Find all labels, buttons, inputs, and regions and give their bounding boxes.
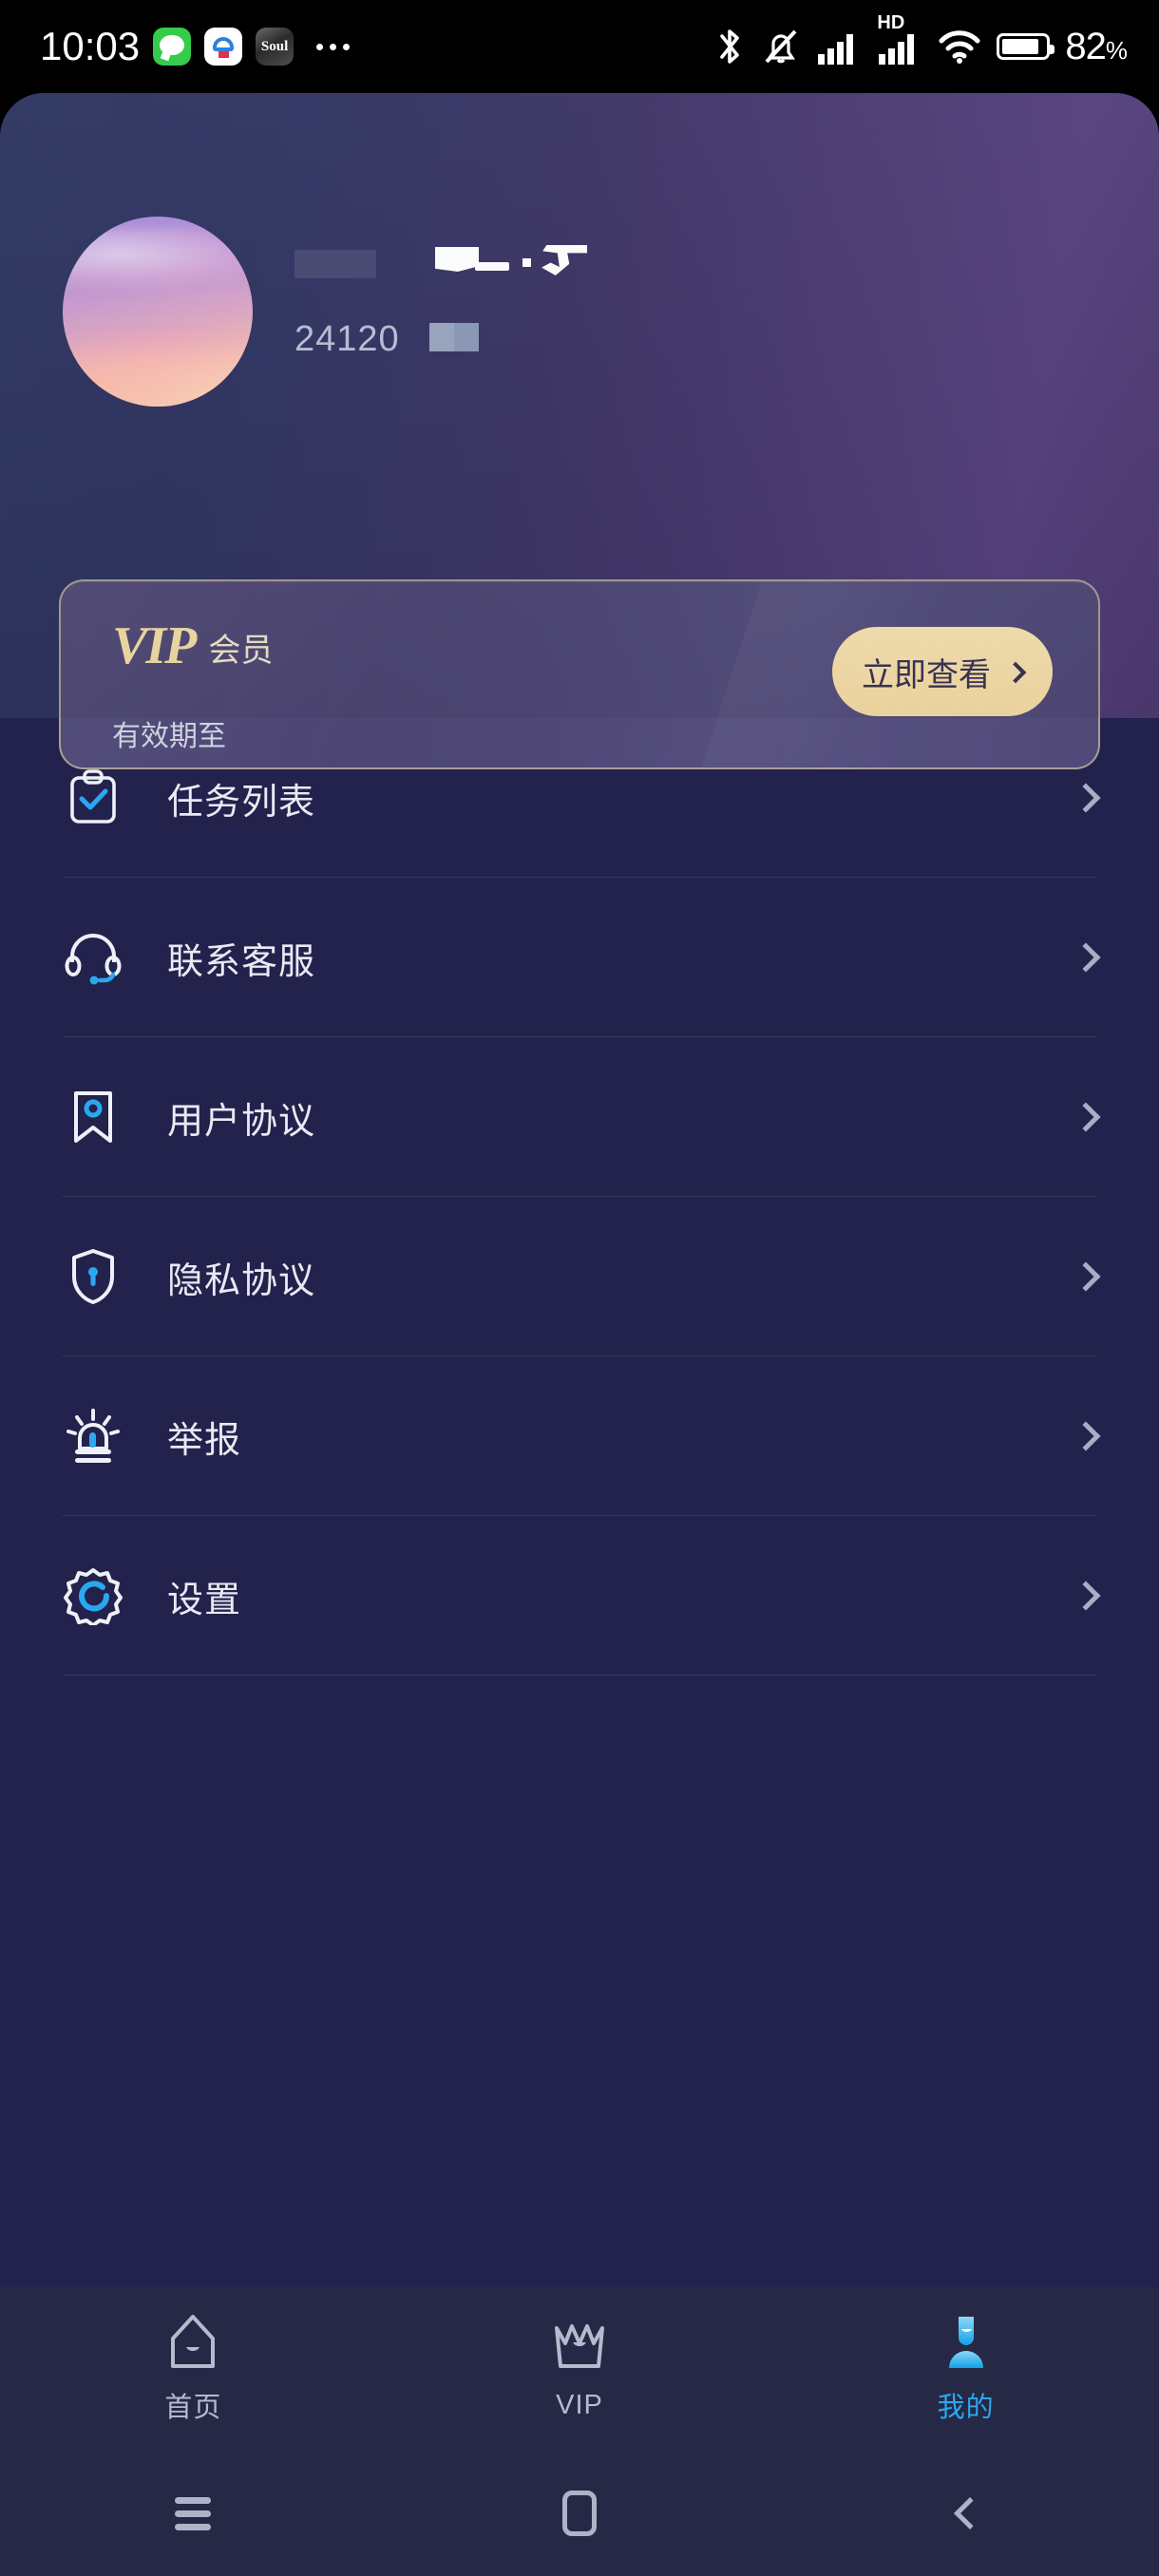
status-clock: 10:03 [40, 24, 141, 68]
status-bar-left: 10:03 Soul [40, 24, 351, 69]
crown-icon [550, 2318, 609, 2377]
menu-item-label: 用户协议 [167, 1101, 316, 1142]
tab-vip[interactable]: VIP [387, 2318, 773, 2421]
bookmark-icon [63, 1087, 124, 1147]
gear-icon [63, 1565, 124, 1626]
tab-mine[interactable]: 我的 [772, 2313, 1159, 2425]
bottom-tab-bar: 首页 VIP 我的 [0, 2287, 1159, 2451]
chevron-right-icon [1004, 661, 1027, 683]
battery-percent-value: 82 [1065, 25, 1106, 67]
bluetooth-icon [720, 29, 740, 64]
tab-label: 首页 [164, 2393, 222, 2423]
menu-item-contact-support[interactable]: 联系客服 [63, 878, 1101, 1037]
phone-screen: 10:03 Soul HD 82% 24120 VIP 会员 有效期至 立即查看… [0, 0, 1159, 2576]
menu-item-label: 任务列表 [167, 782, 316, 823]
menu-item-label: 联系客服 [167, 941, 316, 982]
status-bar-right: HD 82% [713, 12, 1128, 68]
wifi-icon [939, 30, 980, 64]
home-icon [167, 2313, 218, 2372]
vip-brand-label: VIP [112, 616, 197, 675]
android-nav-bar [0, 2451, 1159, 2576]
chevron-right-icon [1071, 1581, 1101, 1611]
person-icon [939, 2313, 994, 2372]
username-redaction-mark-2 [475, 262, 509, 271]
nav-back-button[interactable] [772, 2497, 1159, 2529]
user-id-row: 24120 [294, 319, 479, 360]
cloud-app-icon [204, 28, 243, 66]
username-redaction-mark-1 [435, 247, 479, 272]
shield-lock-icon [63, 1246, 124, 1307]
message-app-icon [153, 28, 192, 66]
menu-item-task-list[interactable]: 任务列表 [63, 718, 1101, 878]
user-id-value: 24120 [294, 319, 400, 359]
menu-item-user-agreement[interactable]: 用户协议 [63, 1037, 1101, 1197]
hd-label: HD [877, 12, 905, 33]
settings-menu: 任务列表 联系客服 用户协议 隐私协议 举报 设置 [0, 718, 1159, 1676]
soul-app-icon: Soul [256, 28, 294, 66]
vip-view-button-label: 立即查看 [862, 656, 991, 693]
chevron-right-icon [1071, 1421, 1101, 1451]
menu-item-label: 隐私协议 [167, 1260, 316, 1301]
menu-item-report[interactable]: 举报 [63, 1356, 1101, 1516]
user-id-redaction [429, 323, 479, 351]
tab-home[interactable]: 首页 [0, 2313, 387, 2425]
profile-block[interactable]: 24120 [63, 217, 587, 407]
profile-header: 24120 VIP 会员 有效期至 立即查看 [0, 93, 1159, 769]
avatar[interactable] [63, 217, 253, 407]
chevron-right-icon [1071, 783, 1101, 813]
username-redaction [294, 250, 376, 278]
battery-percent: 82% [1065, 25, 1128, 68]
status-bar: 10:03 Soul HD 82% [0, 0, 1159, 93]
profile-info: 24120 [294, 217, 587, 360]
menu-item-privacy-policy[interactable]: 隐私协议 [63, 1197, 1101, 1356]
chevron-right-icon [1071, 1261, 1101, 1292]
vip-view-button[interactable]: 立即查看 [832, 627, 1053, 716]
menu-lines-icon [175, 2491, 212, 2537]
nav-recents-button[interactable] [0, 2491, 387, 2537]
vip-brand-cn-label: 会员 [208, 632, 274, 669]
headset-icon [63, 927, 124, 988]
mute-icon [765, 29, 797, 64]
menu-item-label: 设置 [167, 1580, 242, 1620]
tab-label: 我的 [937, 2393, 995, 2423]
username-row [294, 237, 587, 291]
percent-symbol: % [1105, 35, 1128, 65]
username-redaction-mark-3 [522, 258, 531, 267]
nav-home-button[interactable] [387, 2491, 773, 2536]
clipboard-check-icon [63, 767, 124, 828]
username-redaction-mark-4 [542, 245, 587, 275]
tab-label: VIP [556, 2389, 603, 2420]
hd-signal-icon: HD [877, 12, 922, 66]
square-icon [562, 2491, 597, 2536]
vip-title: VIP 会员 [112, 619, 273, 672]
chevron-left-icon [953, 2497, 986, 2529]
app-content: 24120 VIP 会员 有效期至 立即查看 任务列表 联系客服 用户协议 隐私… [0, 93, 1159, 2576]
chevron-right-icon [1071, 942, 1101, 973]
status-overflow-icon [316, 43, 351, 50]
siren-alarm-icon [63, 1406, 124, 1467]
chevron-right-icon [1071, 1102, 1101, 1132]
menu-item-label: 举报 [167, 1420, 242, 1461]
menu-item-settings[interactable]: 设置 [63, 1516, 1101, 1676]
signal-icon [818, 34, 854, 65]
soul-app-label: Soul [260, 38, 289, 54]
battery-icon [997, 33, 1055, 60]
